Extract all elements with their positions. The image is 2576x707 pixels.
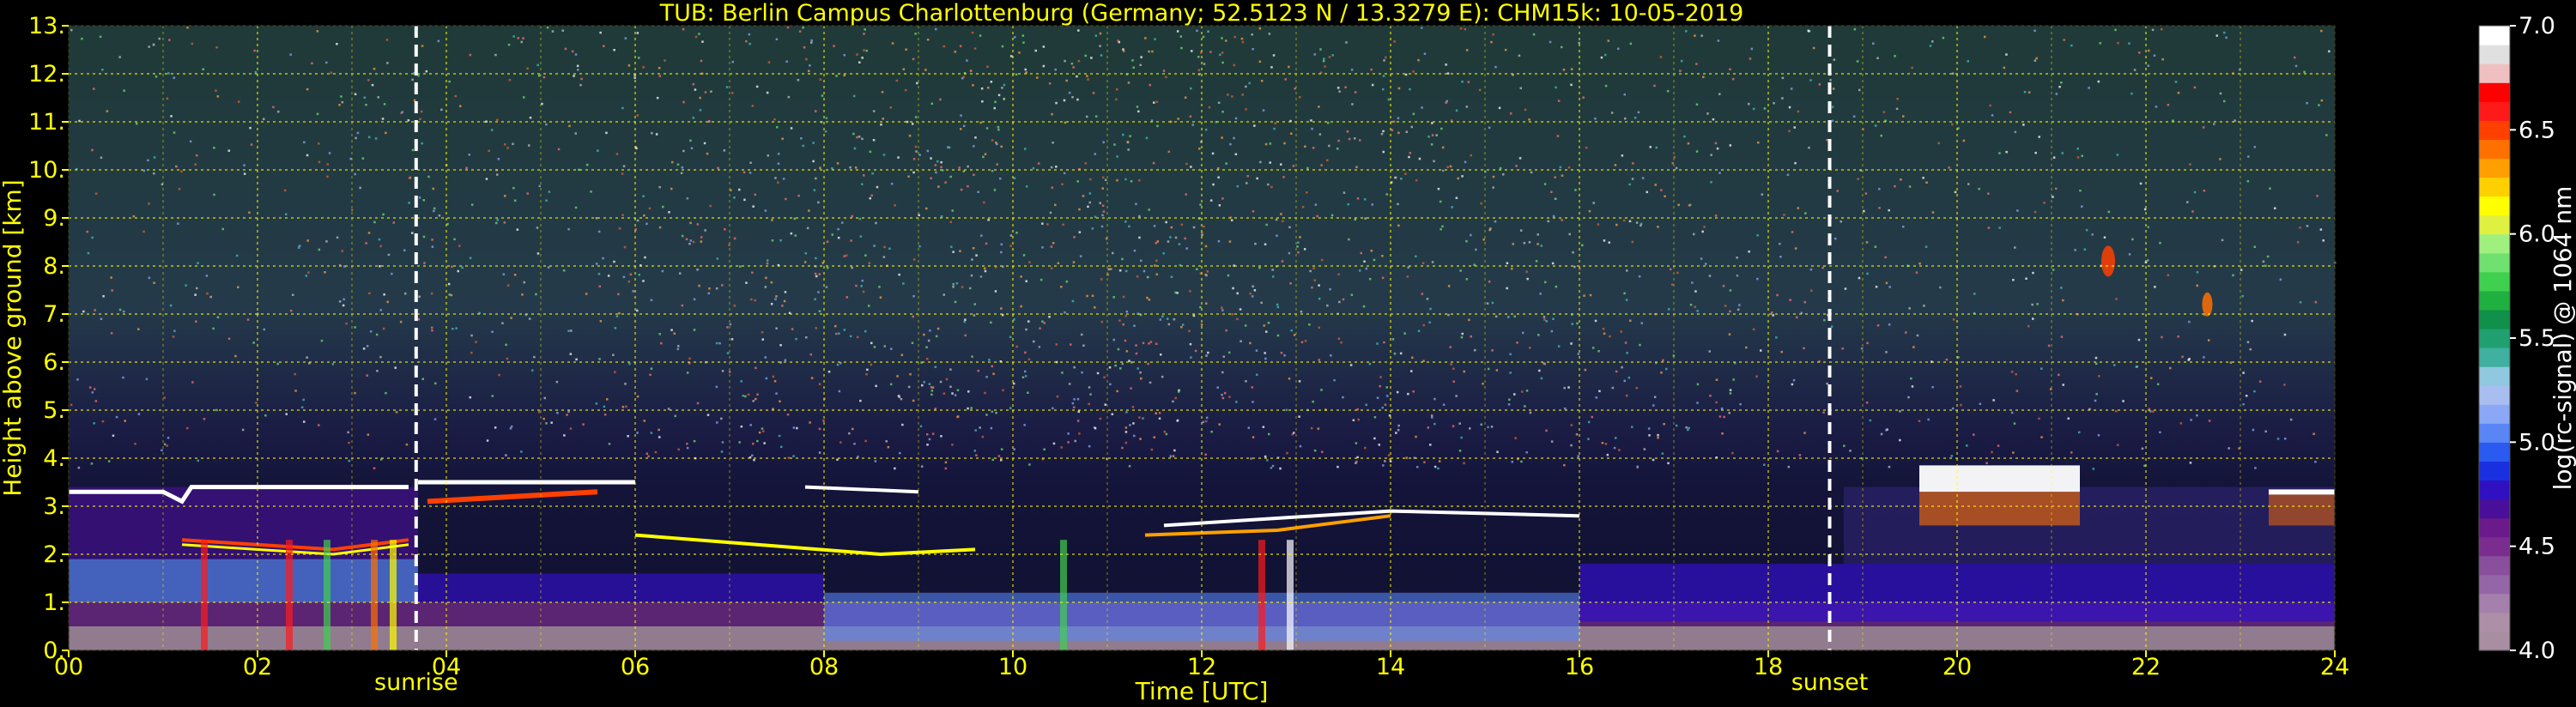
colorbar-segment: [2479, 101, 2510, 121]
colorbar-segment: [2479, 196, 2510, 216]
y-tick-label: 2.: [43, 541, 65, 568]
colorbar-segment: [2479, 423, 2510, 443]
lidar-quicklook-chart: TUB: Berlin Campus Charlottenburg (Germa…: [0, 0, 2576, 707]
y-tick-label: 13.: [28, 13, 65, 39]
y-tick-label: 9.: [43, 205, 65, 232]
y-tick-label: 7.: [43, 301, 65, 328]
colorbar-segment: [2479, 593, 2510, 613]
y-tick-label: 0.: [43, 638, 65, 664]
colorbar-segment: [2479, 290, 2510, 311]
colorbar-segment: [2479, 158, 2510, 178]
y-tick-label: 12.: [28, 61, 65, 88]
colorbar-segment: [2479, 120, 2510, 140]
plot-area: [68, 25, 2337, 651]
x-tick-label: 08: [809, 654, 839, 680]
colorbar-segment: [2479, 271, 2510, 292]
colorbar-segment: [2479, 555, 2510, 576]
y-tick-label: 10.: [28, 157, 65, 184]
x-tick-label: 16: [1565, 654, 1594, 680]
colorbar-segment: [2479, 404, 2510, 424]
colorbar-segment: [2479, 177, 2510, 197]
colorbar-segment: [2479, 252, 2510, 273]
y-tick-label: 3.: [43, 493, 65, 520]
y-tick-label: 5.: [43, 397, 65, 424]
colorbar-segment: [2479, 385, 2510, 405]
colorbar-segment: [2479, 233, 2510, 254]
x-axis-label: Time [UTC]: [1135, 677, 1269, 705]
colorbar-tick-label: 7.0: [2518, 13, 2555, 39]
colorbar-segment: [2479, 309, 2510, 329]
colorbar-segment: [2479, 347, 2510, 367]
colorbar-tick-label: 6.5: [2518, 117, 2555, 143]
x-tick-label: 22: [2131, 654, 2161, 680]
colorbar-segment: [2479, 26, 2510, 45]
colorbar-segment: [2479, 442, 2510, 462]
y-tick-label: 11.: [28, 109, 65, 136]
colorbar-tick-label: 4.5: [2518, 534, 2555, 560]
x-tick-label: 20: [1943, 654, 1972, 680]
annotation-label: sunrise: [374, 669, 458, 696]
colorbar-segment: [2479, 45, 2510, 64]
y-axis-label: Height above ground [km]: [0, 179, 27, 497]
colorbar-segment: [2479, 499, 2510, 519]
x-tick-label: 18: [1754, 654, 1783, 680]
colorbar-segment: [2479, 366, 2510, 386]
colorbar-segment: [2479, 536, 2510, 557]
colorbar-segment: [2479, 461, 2510, 481]
colorbar-segment: [2479, 480, 2510, 500]
y-tick-label: 6.: [43, 349, 65, 376]
colorbar-segment: [2479, 215, 2510, 235]
x-tick-label: 14: [1376, 654, 1405, 680]
y-tick-label: 1.: [43, 589, 65, 616]
colorbar-segment: [2479, 63, 2510, 83]
x-tick-label: 10: [998, 654, 1027, 680]
x-tick-label: 02: [243, 654, 272, 680]
y-tick-label: 8.: [43, 253, 65, 280]
colorbar-segment: [2479, 612, 2510, 632]
colorbar: [2478, 25, 2511, 651]
y-tick-label: 4.: [43, 445, 65, 472]
colorbar-segment: [2479, 517, 2510, 538]
x-tick-label: 06: [621, 654, 650, 680]
colorbar-label: log(rc-signal) @ 1064 nm: [2549, 186, 2576, 491]
colorbar-segment: [2479, 574, 2510, 595]
annotation-label: sunset: [1791, 669, 1869, 696]
colorbar-segment: [2479, 328, 2510, 348]
colorbar-segment: [2479, 631, 2510, 651]
colorbar-tick-label: 4.0: [2518, 638, 2555, 664]
x-tick-label: 24: [2320, 654, 2349, 680]
colorbar-segment: [2479, 82, 2510, 102]
colorbar-segment: [2479, 139, 2510, 160]
chart-title: TUB: Berlin Campus Charlottenburg (Germa…: [659, 0, 1744, 27]
